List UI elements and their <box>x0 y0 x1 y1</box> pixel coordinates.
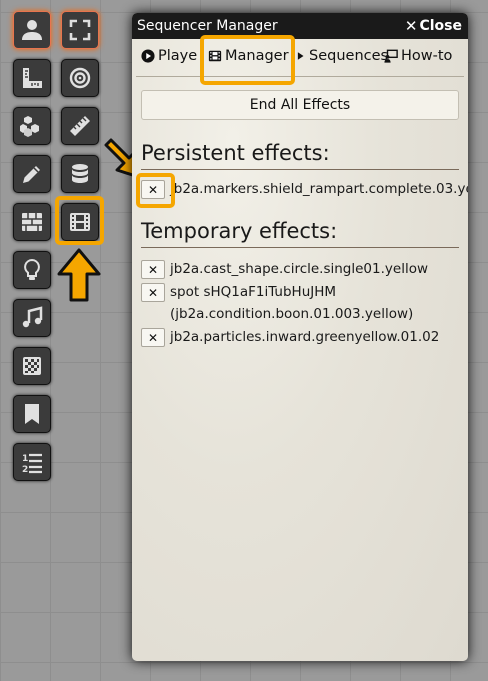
temporary-effect-name-line2: (jb2a.condition.boon.01.003.yellow) <box>170 306 414 322</box>
temporary-divider <box>141 247 459 248</box>
ruler-icon <box>23 68 42 88</box>
token-icon <box>22 20 42 40</box>
close-label: Close <box>419 18 462 34</box>
tab-player-label: Playe <box>158 48 198 64</box>
persistent-divider <box>141 169 459 170</box>
bookmark-icon <box>25 404 39 424</box>
tab-howto-label: How-to <box>401 48 453 64</box>
remove-effect-button[interactable]: ✕ <box>141 283 165 302</box>
tiles-icon <box>20 116 39 137</box>
tab-sequences[interactable]: Sequences <box>296 48 388 64</box>
tab-player[interactable]: Playe <box>141 48 197 64</box>
ruler-tool-button[interactable] <box>13 59 51 97</box>
tab-howto[interactable]: How-to <box>384 48 452 64</box>
temporary-effect-row: ✕ jb2a.particles.inward.greenyellow.01.0… <box>141 328 439 348</box>
measure-tool-button[interactable] <box>61 107 99 145</box>
temporary-effects-heading: Temporary effects: <box>141 219 338 243</box>
lighting-tool-button[interactable] <box>13 251 51 289</box>
lightbulb-icon <box>24 258 40 280</box>
database-tool-button[interactable] <box>61 155 99 193</box>
notes-tool-button[interactable] <box>13 395 51 433</box>
token-tool-button[interactable] <box>13 11 51 49</box>
chalkboard-user-icon <box>384 49 398 63</box>
sequencer-tool-button[interactable] <box>61 203 99 241</box>
sound-tool-button[interactable] <box>13 299 51 337</box>
close-icon: ✕ <box>404 17 418 35</box>
temporary-effect-row: ✕ jb2a.cast_shape.circle.single01.yellow <box>141 260 428 280</box>
wall-tool-button[interactable] <box>13 203 51 241</box>
database-icon <box>72 164 88 183</box>
tab-manager-label: Manager <box>225 48 289 64</box>
temporary-effect-name: jb2a.particles.inward.greenyellow.01.02 <box>170 329 440 345</box>
film-icon <box>70 213 90 231</box>
persistent-effect-row: ✕ jb2a.markers.shield_rampart.complete.0… <box>141 180 468 200</box>
measure-icon <box>70 116 90 136</box>
persistent-effect-name: jb2a.markers.shield_rampart.complete.03.… <box>170 181 468 197</box>
sequencer-manager-window: Sequencer Manager ✕ Close Playe Manager … <box>132 13 468 661</box>
temporary-effect-name-line1: spot sHQ1aF1iTubHuJHM <box>170 284 337 300</box>
arrow-up-annotation <box>57 248 101 302</box>
temporary-effect-name: spot sHQ1aF1iTubHuJHM (jb2a.condition.bo… <box>170 281 413 325</box>
target-icon <box>69 67 91 89</box>
tab-divider <box>136 76 464 77</box>
temporary-effect-name: jb2a.cast_shape.circle.single01.yellow <box>170 261 429 277</box>
caret-right-icon <box>297 52 304 60</box>
music-icon <box>22 306 43 328</box>
remove-effect-button[interactable]: ✕ <box>141 260 165 279</box>
grid-tool-button[interactable] <box>13 347 51 385</box>
tab-manager[interactable]: Manager <box>208 48 289 64</box>
wall-icon <box>22 213 42 231</box>
film-icon <box>208 50 222 62</box>
play-circle-icon <box>141 49 155 63</box>
window-title: Sequencer Manager <box>137 18 278 34</box>
remove-effect-button[interactable]: ✕ <box>141 328 165 347</box>
fullscreen-tool-button[interactable] <box>61 11 99 49</box>
list-ordered-icon: 12 <box>22 453 42 474</box>
checkerboard-icon <box>23 357 41 375</box>
pencil-tool-button[interactable] <box>13 155 51 193</box>
end-all-effects-button[interactable]: End All Effects <box>141 90 459 120</box>
list-tool-button[interactable]: 12 <box>13 443 51 481</box>
tab-bar: Playe Manager Sequences How-to <box>132 39 468 77</box>
svg-text:2: 2 <box>22 465 28 474</box>
target-tool-button[interactable] <box>61 59 99 97</box>
close-button[interactable]: ✕ Close <box>405 17 462 35</box>
pencil-icon <box>23 166 40 183</box>
tiles-tool-button[interactable] <box>13 107 51 145</box>
remove-effect-button[interactable]: ✕ <box>141 180 165 199</box>
fullscreen-icon <box>69 19 91 41</box>
tab-sequences-label: Sequences <box>309 48 389 64</box>
svg-text:1: 1 <box>22 454 28 464</box>
persistent-effects-heading: Persistent effects: <box>141 141 330 165</box>
window-titlebar[interactable]: Sequencer Manager ✕ Close <box>132 13 468 39</box>
temporary-effect-row: ✕ spot sHQ1aF1iTubHuJHM (jb2a.condition.… <box>141 283 413 325</box>
